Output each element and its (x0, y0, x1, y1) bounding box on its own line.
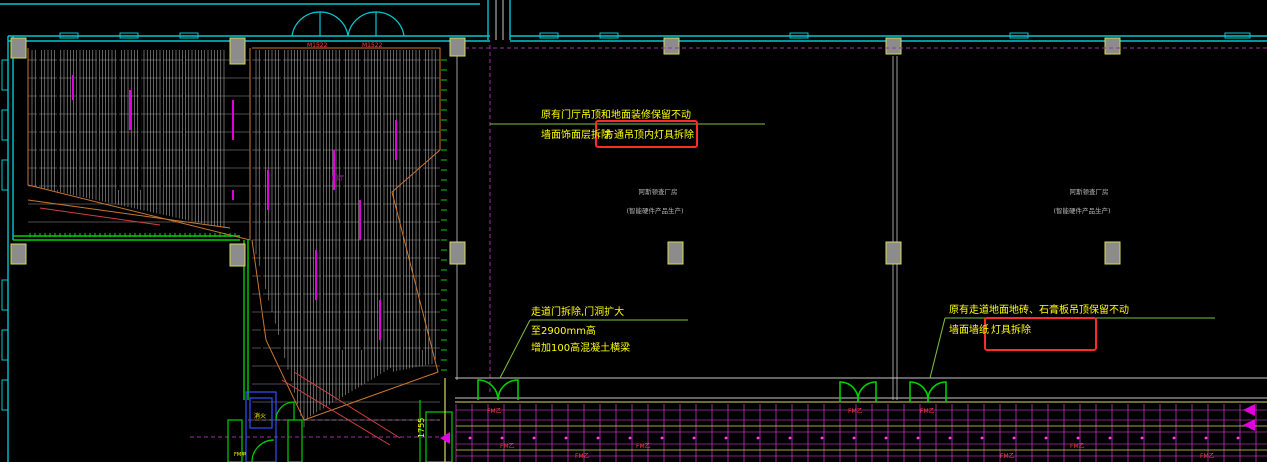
note-corridor-line1: 原有走道地面地砖、石膏板吊顶保留不动 (949, 303, 1129, 316)
room1-sub: (智能硬件产品生产) (626, 206, 683, 215)
note-corridor-line2-highlight: 灯具拆除 (991, 323, 1031, 336)
corridor-tag-1: FM乙 (487, 408, 502, 415)
corridor-tag-6: FM乙 (1070, 443, 1085, 450)
note-door-line2: 至2900mm高 (531, 324, 596, 337)
room1-name: 阿斯顿查厂房 (639, 187, 678, 196)
corridor-tag-7: FM乙 (575, 453, 590, 460)
stair-mark: FM甲 (234, 452, 246, 458)
door-tag-1: M1522 (307, 42, 328, 49)
note-hall-line2-highlight: 方通吊顶内灯具拆除 (604, 128, 694, 141)
corridor-tag-4: FM乙 (500, 443, 515, 450)
corridor-tag-2: FM乙 (848, 408, 863, 415)
corridor-tag-9: FM乙 (1200, 453, 1215, 460)
note-door-line1: 走道门拆除,门洞扩大 (531, 305, 624, 318)
room2-name: 阿斯顿查厂房 (1070, 187, 1109, 196)
note-corridor-line2-prefix: 墙面墙纸 (949, 323, 989, 336)
note-hall-line2-prefix: 墙面饰面层拆除 (541, 128, 611, 141)
note-door-line3: 增加100高混凝土横梁 (531, 341, 630, 354)
dim-vertical: 1755 (417, 418, 426, 438)
room2-sub: (智能硬件产品生产) (1053, 206, 1110, 215)
corridor-tag-5: FM乙 (636, 443, 651, 450)
corridor-tag-8: FM乙 (1000, 453, 1015, 460)
note-hall-line1: 原有门厅吊顶和地面装修保留不动 (541, 108, 691, 121)
fire-label: 消火 (254, 412, 266, 420)
room-center-mark: 门厅 (332, 174, 344, 182)
cad-drawing-canvas[interactable]: 原有门厅吊顶和地面装修保留不动 墙面饰面层拆除 方通吊顶内灯具拆除 走道门拆除,… (0, 0, 1267, 462)
corridor-tag-3: FM乙 (920, 408, 935, 415)
door-tag-2: M1522 (362, 42, 383, 49)
